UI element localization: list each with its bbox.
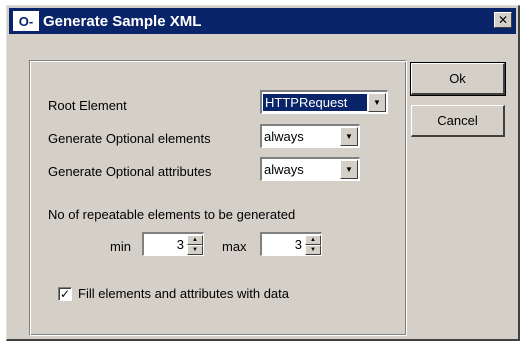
root-element-dropdown[interactable]: HTTPRequest ▼ — [260, 90, 388, 114]
optional-elements-label: Generate Optional elements — [48, 131, 211, 146]
title-bar[interactable]: O- Generate Sample XML ✕ — [9, 8, 516, 34]
min-spinner[interactable]: 3 ▲ ▼ — [142, 232, 204, 256]
chevron-down-icon[interactable]: ▼ — [368, 93, 386, 112]
root-element-value: HTTPRequest — [263, 94, 367, 111]
options-panel: Root Element HTTPRequest ▼ Generate Opti… — [29, 60, 407, 336]
fill-data-label[interactable]: Fill elements and attributes with data — [78, 286, 289, 301]
optional-elements-value: always — [264, 129, 304, 144]
ok-button[interactable]: Ok — [410, 62, 506, 96]
repeatable-elements-label: No of repeatable elements to be generate… — [48, 207, 296, 222]
optional-attributes-value: always — [264, 162, 304, 177]
min-value[interactable]: 3 — [144, 237, 187, 252]
fill-data-option[interactable]: ✓ Fill elements and attributes with data — [58, 286, 289, 301]
cancel-button[interactable]: Cancel — [411, 105, 505, 137]
root-element-label: Root Element — [48, 98, 127, 113]
spin-down-icon[interactable]: ▼ — [187, 244, 203, 255]
fill-data-checkbox[interactable]: ✓ — [58, 286, 72, 301]
generate-sample-xml-dialog: O- Generate Sample XML ✕ Root Element HT… — [6, 5, 520, 341]
optional-attributes-dropdown[interactable]: always ▼ — [260, 157, 360, 181]
max-label: max — [222, 239, 247, 254]
min-label: min — [110, 239, 131, 254]
optional-attributes-label: Generate Optional attributes — [48, 164, 212, 179]
max-value[interactable]: 3 — [262, 237, 305, 252]
spin-up-icon[interactable]: ▲ — [305, 234, 321, 245]
close-button[interactable]: ✕ — [494, 12, 512, 28]
chevron-down-icon[interactable]: ▼ — [340, 127, 358, 146]
spin-up-icon[interactable]: ▲ — [187, 234, 203, 245]
chevron-down-icon[interactable]: ▼ — [340, 160, 358, 179]
optional-elements-dropdown[interactable]: always ▼ — [260, 124, 360, 148]
max-spinner[interactable]: 3 ▲ ▼ — [260, 232, 322, 256]
spin-down-icon[interactable]: ▼ — [305, 244, 321, 255]
window-title: Generate Sample XML — [43, 12, 202, 30]
app-icon: O- — [13, 11, 39, 31]
